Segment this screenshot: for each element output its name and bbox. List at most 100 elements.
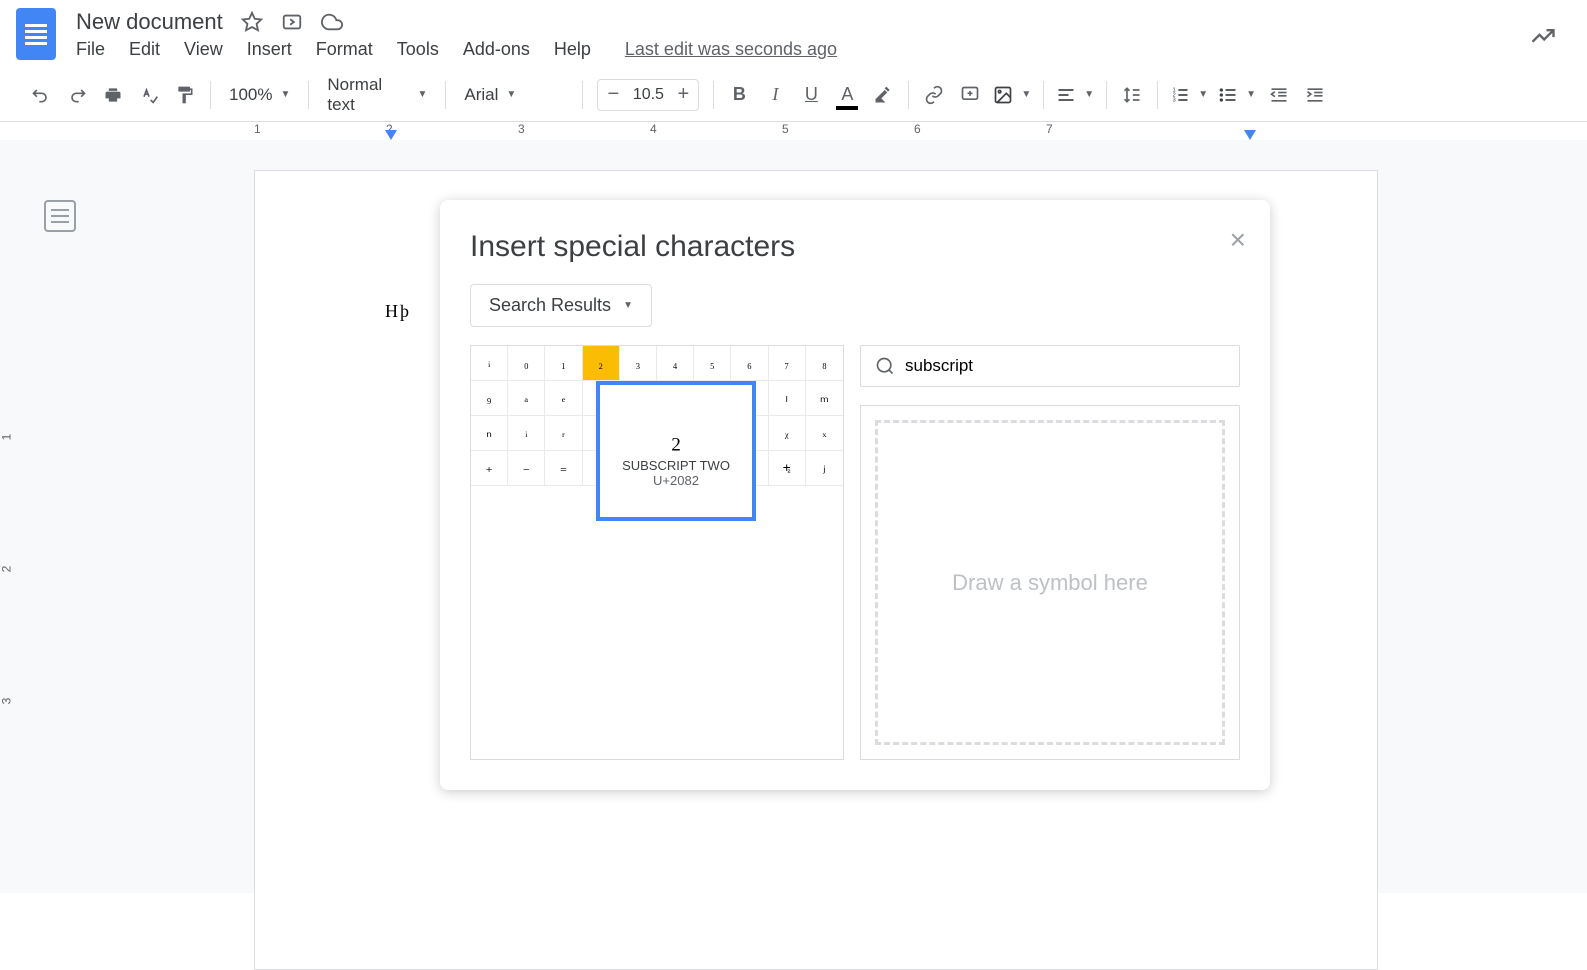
document-title[interactable]: New document	[76, 9, 223, 35]
character-cell[interactable]: ₋	[508, 451, 545, 486]
left-indent-marker[interactable]	[385, 130, 397, 140]
document-text: Hþ	[385, 301, 411, 321]
draw-area[interactable]: Draw a symbol here	[860, 405, 1240, 760]
chevron-down-icon: ▼	[1084, 89, 1094, 100]
svg-text:3: 3	[1173, 97, 1176, 103]
character-cell[interactable]: ₄	[657, 346, 694, 381]
last-edit-link[interactable]: Last edit was seconds ago	[625, 39, 837, 60]
menu-view[interactable]: View	[184, 39, 223, 60]
vertical-ruler[interactable]: 1 2 3	[0, 170, 20, 893]
character-cell[interactable]: ₀	[508, 346, 545, 381]
ruler-number: 6	[914, 122, 1046, 136]
paint-format-button[interactable]	[168, 78, 202, 112]
separator	[1157, 81, 1158, 109]
spellcheck-button[interactable]	[132, 78, 166, 112]
ruler-number: 5	[782, 122, 914, 136]
print-button[interactable]	[96, 78, 130, 112]
move-icon[interactable]	[281, 11, 303, 33]
ruler-v-number: 3	[0, 698, 13, 705]
text-color-button[interactable]: A	[830, 78, 864, 112]
character-cell[interactable]: ₁	[545, 346, 582, 381]
character-cell[interactable]: ₇	[769, 346, 806, 381]
category-dropdown[interactable]: Search Results ▼	[470, 284, 652, 327]
character-cell[interactable]: ᵢ	[508, 416, 545, 451]
right-indent-marker[interactable]	[1244, 130, 1256, 140]
character-cell[interactable]: ᵢ	[471, 346, 508, 381]
menu-addons[interactable]: Add-ons	[463, 39, 530, 60]
increase-indent-button[interactable]	[1298, 78, 1332, 112]
character-cell[interactable]: ⨧	[769, 451, 806, 486]
character-cell[interactable]: ᵣ	[545, 416, 582, 451]
bulleted-list-button[interactable]: ▼	[1214, 85, 1260, 105]
character-cell[interactable]: ᵪ	[769, 416, 806, 451]
character-cell[interactable]: ₘ	[806, 381, 843, 416]
italic-button[interactable]: I	[758, 78, 792, 112]
ruler-v-number: 1	[0, 434, 13, 441]
character-cell[interactable]: ₊	[471, 451, 508, 486]
character-cell[interactable]: ₂	[583, 346, 620, 381]
redo-button[interactable]	[60, 78, 94, 112]
horizontal-ruler[interactable]: 1234567	[0, 122, 1587, 142]
line-spacing-button[interactable]	[1115, 78, 1149, 112]
dialog-body: ᵢ₀₁₂₃₄₅₆₇₈₉ₐₑₒₓₔₕₖₗₘₙᵢᵣᵤᵥᵦᵧᵨᵪₓ₊₋₌₍₎-+ₕ⨧ⱼ…	[470, 345, 1240, 760]
outline-toggle-button[interactable]	[44, 200, 76, 232]
character-cell[interactable]: ⱼ	[806, 451, 843, 486]
underline-button[interactable]: U	[794, 78, 828, 112]
bold-button[interactable]: B	[722, 78, 756, 112]
character-cell[interactable]: ₌	[545, 451, 582, 486]
separator	[308, 81, 309, 109]
undo-button[interactable]	[24, 78, 58, 112]
decrease-font-button[interactable]: −	[598, 80, 628, 110]
menu-edit[interactable]: Edit	[129, 39, 160, 60]
numbered-list-button[interactable]: 123▼	[1166, 85, 1212, 105]
title-area: New document File Edit View Insert Forma…	[76, 9, 1571, 60]
menu-insert[interactable]: Insert	[247, 39, 292, 60]
zoom-select[interactable]: 100%▼	[219, 85, 300, 105]
align-button[interactable]: ▼	[1052, 85, 1098, 105]
character-cell[interactable]: ₃	[620, 346, 657, 381]
docs-logo-icon[interactable]	[16, 8, 56, 60]
character-cell[interactable]: ₓ	[806, 416, 843, 451]
search-input[interactable]	[905, 356, 1225, 376]
character-cell[interactable]: ₅	[694, 346, 731, 381]
menu-tools[interactable]: Tools	[397, 39, 439, 60]
character-cell[interactable]: ₆	[731, 346, 768, 381]
chevron-down-icon: ▼	[1198, 89, 1208, 100]
character-cell[interactable]: ₙ	[471, 416, 508, 451]
decrease-indent-button[interactable]	[1262, 78, 1296, 112]
add-comment-button[interactable]	[953, 78, 987, 112]
menu-file[interactable]: File	[76, 39, 105, 60]
search-icon	[875, 356, 895, 376]
close-button[interactable]: ×	[1230, 224, 1246, 256]
character-tooltip: ₂ SUBSCRIPT TWO U+2082	[596, 381, 756, 521]
explore-icon[interactable]	[1529, 22, 1557, 50]
special-characters-dialog: × Insert special characters Search Resul…	[440, 200, 1270, 790]
draw-placeholder: Draw a symbol here	[952, 570, 1148, 596]
font-select[interactable]: Arial▼	[454, 85, 574, 105]
character-cell[interactable]: ₗ	[769, 381, 806, 416]
insert-image-button[interactable]: ▼	[989, 85, 1035, 105]
cloud-status-icon[interactable]	[321, 11, 343, 33]
style-select[interactable]: Normal text▼	[317, 75, 437, 115]
chevron-down-icon: ▼	[417, 89, 427, 100]
tooltip-codepoint: U+2082	[653, 473, 699, 488]
separator	[1043, 81, 1044, 109]
app-header: New document File Edit View Insert Forma…	[0, 0, 1587, 68]
ruler-v-number: 2	[0, 566, 13, 573]
character-cell[interactable]: ₐ	[508, 381, 545, 416]
highlight-button[interactable]	[866, 78, 900, 112]
separator	[713, 81, 714, 109]
separator	[210, 81, 211, 109]
character-cell[interactable]: ₑ	[545, 381, 582, 416]
star-icon[interactable]	[241, 11, 263, 33]
character-cell[interactable]: ₉	[471, 381, 508, 416]
menu-help[interactable]: Help	[554, 39, 591, 60]
increase-font-button[interactable]: +	[668, 80, 698, 110]
chevron-down-icon: ▼	[1021, 89, 1031, 100]
font-size-input[interactable]	[628, 86, 668, 104]
toolbar: 100%▼ Normal text▼ Arial▼ − + B I U A ▼ …	[0, 68, 1587, 122]
character-cell[interactable]: ₈	[806, 346, 843, 381]
insert-link-button[interactable]	[917, 78, 951, 112]
draw-canvas[interactable]: Draw a symbol here	[875, 420, 1225, 745]
menu-format[interactable]: Format	[316, 39, 373, 60]
